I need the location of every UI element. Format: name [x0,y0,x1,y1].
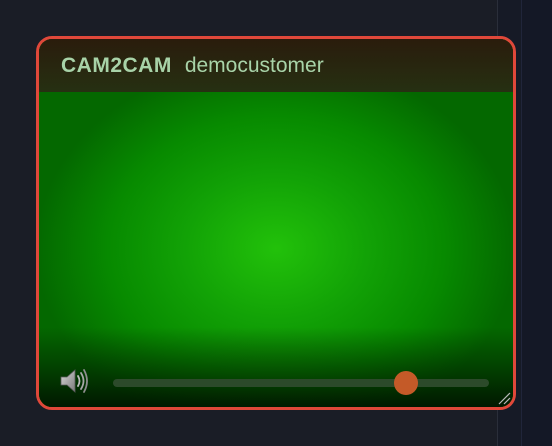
cam2cam-window[interactable]: CAM2CAM democustomer [36,36,516,410]
side-panel-inner [521,0,552,446]
window-brand: CAM2CAM [61,53,172,77]
volume-slider[interactable] [113,371,489,395]
video-controls [39,365,513,399]
window-username: democustomer [184,53,324,77]
resize-grip-icon[interactable] [495,389,511,405]
volume-slider-thumb[interactable] [394,371,419,395]
speaker-icon[interactable] [59,366,91,396]
window-title-bar[interactable]: CAM2CAM democustomer [39,39,513,92]
